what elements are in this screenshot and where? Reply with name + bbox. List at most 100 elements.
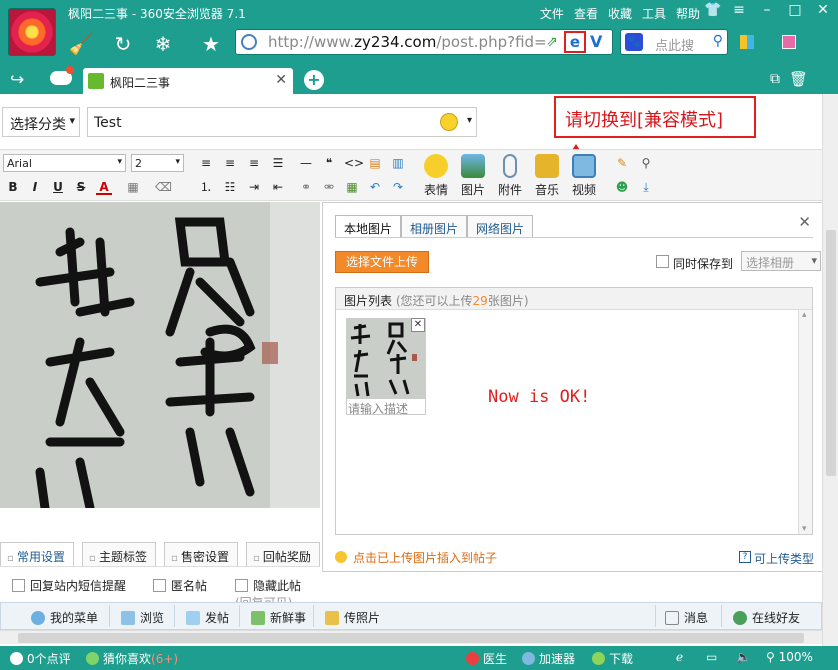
highlight-color-icon[interactable]: ▦	[125, 179, 141, 195]
close-icon[interactable]: ✕	[816, 2, 830, 18]
dialog-close-icon[interactable]: ✕	[798, 213, 811, 231]
attachment-button[interactable]: 附件	[495, 154, 525, 198]
underline-icon[interactable]: U	[50, 179, 66, 195]
anonymous-checkbox[interactable]	[153, 579, 166, 592]
address-url[interactable]: http://www.zy234.com/post.php?fid=	[268, 33, 547, 51]
image-description-input[interactable]: 请输入描述	[346, 398, 426, 416]
recommendations[interactable]: 猜你喜欢(6+)	[86, 650, 178, 667]
scroll-thumb[interactable]	[826, 230, 836, 476]
menu-help[interactable]: 帮助	[676, 5, 700, 22]
messages-button[interactable]: 消息	[665, 609, 708, 626]
unordered-list-icon[interactable]: ☷	[222, 179, 238, 195]
extension-icon[interactable]	[782, 35, 796, 49]
video-button[interactable]: 视频	[569, 154, 599, 198]
tab-reply-reward[interactable]: 回帖奖励	[245, 542, 320, 566]
ordered-list-icon[interactable]: ⒈	[198, 179, 214, 195]
redo-icon[interactable]: ↷	[390, 179, 406, 195]
my-menu-button[interactable]: 我的菜单	[31, 609, 98, 626]
screen-icon[interactable]: ▭	[706, 650, 717, 664]
eraser-icon[interactable]: ⌫	[155, 179, 172, 195]
tab-common-settings[interactable]: 常用设置	[0, 542, 74, 566]
zoom-level[interactable]: ⚲ 100%	[766, 650, 813, 664]
free-icon[interactable]: ▤	[367, 155, 383, 171]
save-to-album-checkbox[interactable]	[656, 255, 669, 268]
maximize-icon[interactable]: □	[788, 2, 802, 18]
horizontal-scrollbar[interactable]	[0, 630, 822, 644]
hide-post-checkbox[interactable]	[235, 579, 248, 592]
user-avatar[interactable]	[8, 8, 56, 56]
search-icon[interactable]: ⚲	[713, 33, 723, 49]
align-justify-icon[interactable]: ☰	[270, 155, 286, 171]
align-center-icon[interactable]: ≡	[222, 155, 238, 171]
trash-icon[interactable]: 🗑	[789, 70, 808, 88]
browse-button[interactable]: 浏览	[121, 609, 164, 626]
refresh-icon[interactable]: ↻	[110, 32, 136, 56]
vertical-scrollbar[interactable]	[822, 94, 838, 646]
post-title-input[interactable]: Test ▾	[87, 107, 477, 137]
menu-file[interactable]: 文件	[540, 5, 564, 22]
new-post-button[interactable]: 发帖	[186, 609, 229, 626]
allowed-types-link[interactable]: 可上传类型	[754, 550, 814, 567]
horizontal-rule-icon[interactable]: —	[298, 155, 314, 171]
indent-icon[interactable]: ⇥	[246, 179, 262, 195]
download-manager[interactable]: 下载	[592, 650, 633, 667]
comments-count[interactable]: 0个点评	[10, 650, 71, 667]
tab-topic-tags[interactable]: 主题标签	[81, 542, 156, 566]
speed-mode-v-icon[interactable]: V	[590, 32, 602, 51]
compat-mode-ie-icon[interactable]: e	[564, 31, 586, 53]
tab-active[interactable]: 枫阳二三事 ✕	[83, 68, 293, 94]
unlink-icon[interactable]: ⚮	[321, 179, 337, 195]
menu-view[interactable]: 查看	[574, 5, 598, 22]
font-family-select[interactable]: Arial ▾	[3, 154, 126, 172]
smiley-icon[interactable]	[440, 113, 458, 131]
scroll-thumb[interactable]	[18, 633, 804, 643]
hide-icon[interactable]: ▥	[390, 155, 406, 171]
reply-notify-option[interactable]: 回复站内短信提醒	[12, 577, 126, 594]
online-friends-button[interactable]: 在线好友	[733, 609, 800, 626]
image-button[interactable]: 图片	[458, 154, 488, 198]
tab-sale-settings[interactable]: 售密设置	[163, 542, 238, 566]
paint-icon[interactable]: ✎	[614, 155, 630, 171]
editor-content-image[interactable]	[0, 202, 320, 508]
baidu-icon[interactable]: 🐾	[625, 33, 643, 51]
insert-image-tip[interactable]: 点击已上传图片插入到帖子	[353, 549, 497, 566]
outdent-icon[interactable]: ⇤	[270, 179, 286, 195]
snowflake-icon[interactable]: ❄	[150, 32, 176, 56]
strikethrough-icon[interactable]: S	[73, 179, 89, 195]
apps-grid-icon[interactable]	[740, 35, 754, 49]
volume-icon[interactable]: 🔈	[736, 650, 751, 664]
font-color-icon[interactable]: A	[96, 179, 112, 195]
upload-photo-button[interactable]: 传照片	[325, 609, 380, 626]
undo-icon[interactable]: ↶	[367, 179, 383, 195]
emoji-button[interactable]: 表情	[421, 154, 451, 198]
font-size-select[interactable]: 2 ▾	[131, 154, 184, 172]
italic-icon[interactable]: I	[27, 179, 43, 195]
frog-icon[interactable]: ☻	[614, 179, 630, 195]
menu-favorites[interactable]: 收藏	[608, 5, 632, 22]
link-icon[interactable]: ⚭	[298, 179, 314, 195]
choose-file-upload-button[interactable]: 选择文件上传	[335, 251, 429, 273]
tab-close-icon[interactable]: ✕	[275, 72, 287, 88]
album-select[interactable]: 选择相册	[741, 251, 821, 271]
quote-icon[interactable]: ❝	[321, 155, 337, 171]
favorite-star-icon[interactable]: ★	[198, 32, 224, 56]
bold-icon[interactable]: B	[5, 179, 21, 195]
chevron-down-icon[interactable]: ▾	[467, 115, 472, 126]
whats-new-button[interactable]: 新鲜事	[251, 609, 306, 626]
ie-mode-status-icon[interactable]: ℯ	[676, 650, 683, 664]
align-right-icon[interactable]: ≡	[246, 155, 262, 171]
music-button[interactable]: 音乐	[532, 154, 562, 198]
restore-tab-icon[interactable]: ⧉	[770, 71, 780, 87]
tab-local-images[interactable]: 本地图片	[335, 215, 402, 237]
align-left-icon[interactable]: ≡	[198, 155, 214, 171]
remove-image-icon[interactable]: ✕	[411, 318, 425, 332]
code-icon[interactable]: <>	[344, 155, 364, 171]
accelerator[interactable]: 加速器	[522, 650, 575, 667]
browser-doctor[interactable]: 医生	[466, 650, 507, 667]
menu-tools[interactable]: 工具	[642, 5, 666, 22]
broom-icon[interactable]: 🧹	[68, 32, 94, 56]
address-bar[interactable]: http://www.zy234.com/post.php?fid= ⇗ e V	[235, 29, 613, 55]
search-box[interactable]: 🐾 点此搜 ⚲	[620, 29, 728, 55]
anonymous-option[interactable]: 匿名帖	[153, 577, 207, 594]
cloud-icon[interactable]	[50, 66, 74, 85]
